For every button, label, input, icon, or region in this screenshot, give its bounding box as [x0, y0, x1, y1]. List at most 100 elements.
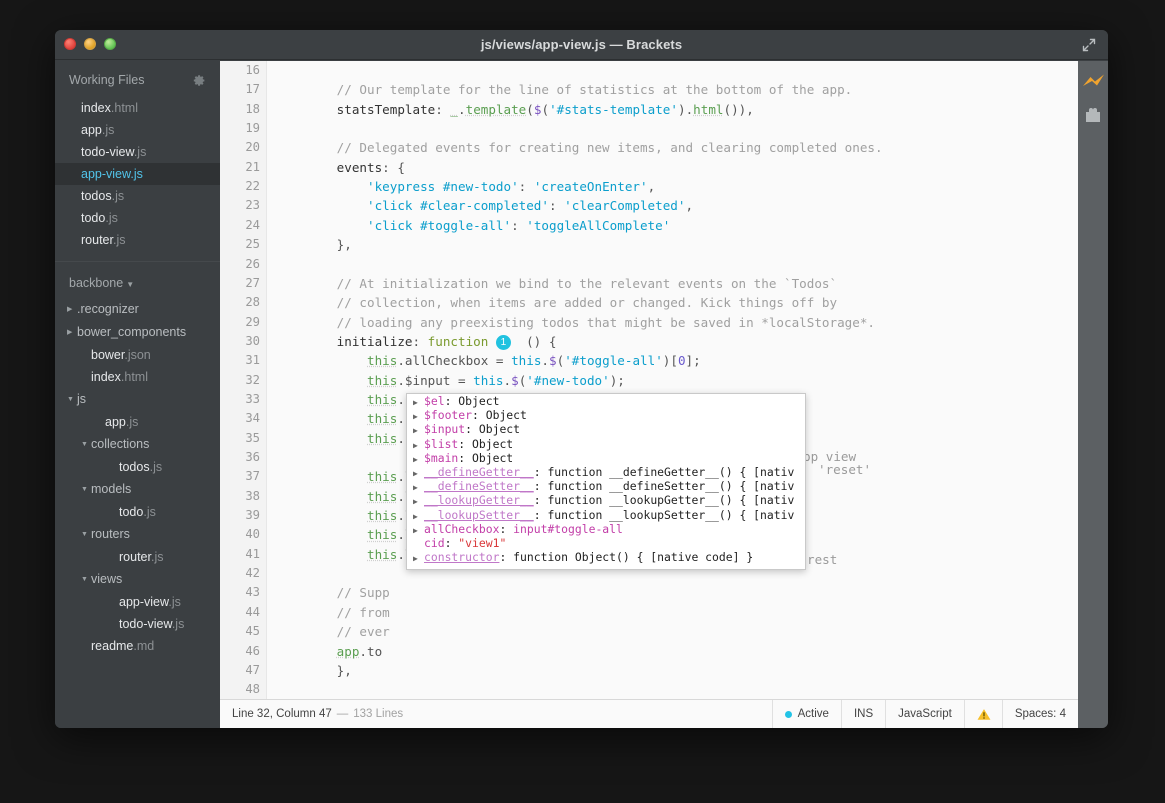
- insert-mode-toggle[interactable]: INS: [840, 700, 885, 728]
- tree-file[interactable]: router.js: [55, 546, 220, 568]
- code-token: this: [367, 411, 398, 427]
- tree-folder[interactable]: ▼ models: [55, 478, 220, 501]
- file-name: todo: [81, 211, 106, 225]
- tree-file[interactable]: readme.md: [55, 635, 220, 657]
- inspector-property-value: Object: [478, 422, 521, 437]
- chevron-down-icon[interactable]: ▼: [81, 569, 91, 591]
- working-file-item[interactable]: todo.js: [55, 207, 220, 229]
- code-line: 30 initialize: function 1 () {: [220, 332, 1078, 351]
- line-number: 47: [245, 662, 260, 677]
- tree-folder[interactable]: ▼ collections: [55, 433, 220, 456]
- tree-file[interactable]: app.js: [55, 411, 220, 433]
- line-number: 41: [245, 546, 260, 561]
- chevron-down-icon[interactable]: ▼: [81, 434, 91, 456]
- tree-file[interactable]: bower.json: [55, 344, 220, 366]
- editor-vertical-scrollbar[interactable]: [1067, 61, 1078, 699]
- code-token: this: [473, 372, 504, 388]
- object-inspector-popup[interactable]: ▶ $el: Object ▶ $footer: Object ▶ $input: Obj…: [406, 393, 806, 570]
- working-file-item[interactable]: todos.js: [55, 185, 220, 207]
- code-text: // loading any preexisting todos that mi…: [276, 313, 875, 332]
- inspector-separator: :: [465, 422, 479, 437]
- tree-folder[interactable]: ▶ .recognizer: [55, 298, 220, 321]
- file-extension: .js: [111, 189, 125, 203]
- extension-manager-icon[interactable]: [1082, 107, 1104, 125]
- inspector-property-value: Object: [458, 394, 500, 408]
- code-editor[interactable]: 16 17 // Our template for the line of sta…: [220, 61, 1078, 699]
- project-header[interactable]: backbone ▼: [55, 262, 220, 298]
- inspector-row[interactable]: ▶ allCheckbox: input#toggle-all: [407, 522, 805, 536]
- chevron-right-icon[interactable]: ▶: [67, 299, 77, 321]
- inspector-separator: :: [499, 550, 514, 565]
- line-number: 18: [245, 101, 260, 116]
- inspector-row[interactable]: ▶ $el: Object: [407, 394, 805, 408]
- tree-folder[interactable]: ▼ routers: [55, 523, 220, 546]
- code-fragment: 'reset': [818, 462, 872, 477]
- minimize-button[interactable]: [84, 38, 96, 50]
- inspector-row[interactable]: ▶ constructor: function Object() { [nativ…: [407, 550, 805, 564]
- live-preview-status[interactable]: Active: [771, 700, 841, 728]
- inspector-property-name: $main: [424, 450, 459, 465]
- line-count: 133 Lines: [353, 708, 404, 720]
- working-file-item[interactable]: router.js: [55, 229, 220, 251]
- working-file-item[interactable]: index.html: [55, 97, 220, 119]
- tree-file[interactable]: todo-view.js: [55, 613, 220, 635]
- tree-folder[interactable]: ▼ views: [55, 568, 220, 591]
- inspector-row[interactable]: ▶ $input: Object: [407, 422, 805, 436]
- tree-file[interactable]: todos.js: [55, 456, 220, 478]
- inspector-row[interactable]: ▶ __lookupGetter__: function __lookupGett…: [407, 493, 805, 507]
- chevron-down-icon[interactable]: ▼: [81, 524, 91, 546]
- chevron-down-icon[interactable]: ▼: [126, 280, 134, 289]
- indent-value: 4: [1059, 708, 1066, 720]
- line-number: 39: [245, 508, 260, 523]
- inspector-row[interactable]: cid: "view1": [407, 536, 805, 550]
- inspector-property-name: __defineSetter__: [424, 479, 534, 494]
- line-number: 46: [245, 643, 260, 658]
- inspector-separator: :: [444, 394, 459, 408]
- file-name: todo-view: [81, 145, 134, 159]
- tree-file[interactable]: app-view.js: [55, 591, 220, 613]
- tree-item-label: app-view: [119, 595, 169, 609]
- tree-file[interactable]: index.html: [55, 366, 220, 388]
- tree-item-label: todos: [119, 460, 150, 474]
- code-token: ()),: [723, 101, 754, 117]
- indent-setting[interactable]: Spaces: 4: [1001, 700, 1078, 728]
- code-text: // At initialization we bind to the rele…: [276, 274, 837, 293]
- lightning-bolt-icon[interactable]: [1082, 73, 1104, 91]
- close-button[interactable]: [64, 38, 76, 50]
- language-selector[interactable]: JavaScript: [885, 700, 964, 728]
- chevron-down-icon[interactable]: ▼: [67, 389, 77, 411]
- code-token: ): [677, 101, 686, 117]
- inspector-row[interactable]: ▶ $footer: Object: [407, 408, 805, 422]
- maximize-button[interactable]: [104, 38, 116, 50]
- disclosure-triangle-icon[interactable]: ▶: [413, 552, 424, 566]
- inspector-property-value: input#toggle-all: [513, 521, 623, 536]
- working-file-item[interactable]: todo-view.js: [55, 141, 220, 163]
- tree-file[interactable]: todo.js: [55, 501, 220, 523]
- chevron-down-icon[interactable]: ▼: [81, 479, 91, 501]
- working-file-item[interactable]: app-view.js: [55, 163, 220, 185]
- inspector-row[interactable]: ▶ __defineGetter__: function __defineGett…: [407, 465, 805, 479]
- tree-folder[interactable]: ▼ js: [55, 388, 220, 411]
- inline-function-badge[interactable]: 1: [495, 334, 511, 350]
- inspector-property-value: function __lookupGetter__() { [nativ: [547, 493, 795, 508]
- chevron-right-icon[interactable]: ▶: [67, 322, 77, 344]
- gear-icon[interactable]: [193, 74, 206, 87]
- code-text: // Our template for the line of statisti…: [276, 80, 853, 99]
- inspector-row[interactable]: ▶ $list: Object: [407, 437, 805, 451]
- inspector-separator: :: [533, 464, 548, 479]
- problems-indicator[interactable]: [963, 700, 1002, 728]
- inspector-row[interactable]: ▶ __defineSetter__: function __defineSett…: [407, 479, 805, 493]
- line-number: 23: [245, 198, 260, 213]
- tree-folder[interactable]: ▶ bower_components: [55, 321, 220, 344]
- working-file-item[interactable]: app.js: [55, 119, 220, 141]
- inspector-row[interactable]: ▶ $main: Object: [407, 451, 805, 465]
- line-number: 25: [245, 237, 260, 252]
- expand-arrows-icon[interactable]: [1080, 36, 1098, 54]
- inspector-property-name: $el: [424, 394, 445, 408]
- inspector-row[interactable]: ▶ __lookupSetter__: function __lookupSett…: [407, 508, 805, 522]
